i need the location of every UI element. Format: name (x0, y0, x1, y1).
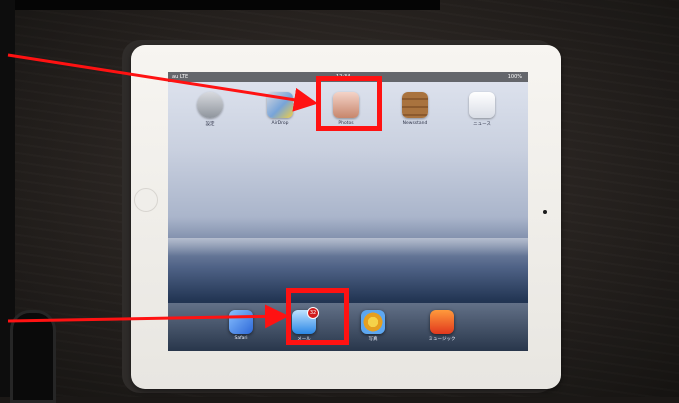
arrow-to-photos (7, 53, 318, 112)
arrow-to-mail (7, 304, 289, 329)
annotation-arrows (7, 53, 318, 329)
